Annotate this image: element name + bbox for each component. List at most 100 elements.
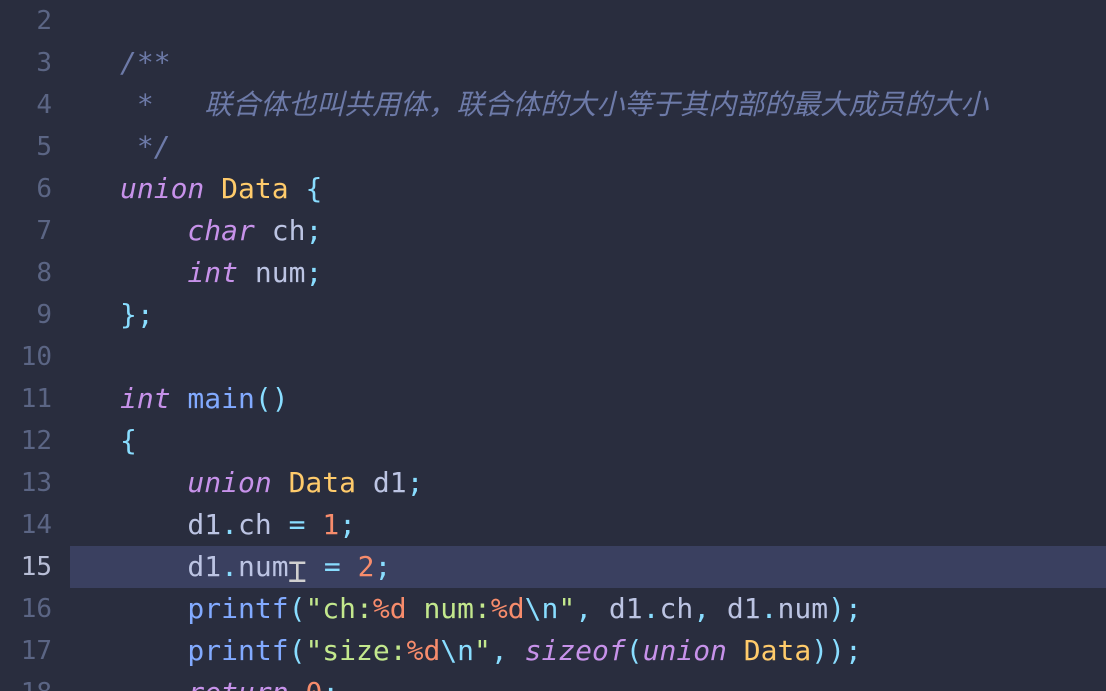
keyword-union: union xyxy=(643,634,727,667)
line-number: 9 xyxy=(0,294,70,336)
code-line[interactable]: */ xyxy=(70,126,1106,168)
keyword-return: return xyxy=(120,676,289,691)
line-number: 3 xyxy=(0,42,70,84)
brace-close: } xyxy=(120,298,137,331)
code-content[interactable]: /** * 联合体也叫共用体，联合体的大小等于其内部的最大成员的大小 */ un… xyxy=(70,0,1106,691)
keyword-int: int xyxy=(120,382,171,415)
identifier: d1 xyxy=(592,592,643,625)
line-number: 15 xyxy=(0,546,70,588)
comma: , xyxy=(491,634,508,667)
equals-operator: = xyxy=(289,508,306,541)
code-line[interactable]: }; xyxy=(70,294,1106,336)
code-line[interactable]: int main() xyxy=(70,378,1106,420)
line-number: 12 xyxy=(0,420,70,462)
code-editor[interactable]: 2 3 4 5 6 7 8 9 10 11 12 13 14 15 16 17 … xyxy=(0,0,1106,691)
parentheses: () xyxy=(255,382,289,415)
semicolon: ; xyxy=(305,256,322,289)
line-number: 11 xyxy=(0,378,70,420)
format-specifier: %d xyxy=(491,592,525,625)
keyword-union: union xyxy=(120,466,272,499)
identifier: d1 xyxy=(373,466,407,499)
string-quote: " xyxy=(305,634,322,667)
brace-open: { xyxy=(120,424,137,457)
type-name: Data xyxy=(272,466,373,499)
member: ch xyxy=(659,592,693,625)
code-line[interactable]: printf("size:%d\n", sizeof(union Data)); xyxy=(70,630,1106,672)
line-number: 4 xyxy=(0,84,70,126)
semicolon: ; xyxy=(845,634,862,667)
number-literal: 0 xyxy=(305,676,322,691)
code-line[interactable]: d1.ch = 1; xyxy=(70,504,1106,546)
code-line[interactable]: int num; xyxy=(70,252,1106,294)
line-number: 14 xyxy=(0,504,70,546)
doc-comment-text: 联合体也叫共用体，联合体的大小等于其内部的最大成员的大小 xyxy=(204,88,988,121)
escape-sequence: \n xyxy=(440,634,474,667)
code-line-active[interactable]: d1.numᏆ = 2; xyxy=(70,546,1106,588)
member: ch xyxy=(238,508,289,541)
function-call: printf xyxy=(120,592,289,625)
code-line[interactable]: * 联合体也叫共用体，联合体的大小等于其内部的最大成员的大小 xyxy=(70,84,1106,126)
paren-open: ( xyxy=(626,634,643,667)
number-literal: 2 xyxy=(358,550,375,583)
line-number: 17 xyxy=(0,630,70,672)
line-number-gutter: 2 3 4 5 6 7 8 9 10 11 12 13 14 15 16 17 … xyxy=(0,0,70,691)
doc-comment-close: */ xyxy=(120,130,171,163)
member: num xyxy=(238,550,289,583)
identifier: ch xyxy=(255,214,306,247)
code-line[interactable] xyxy=(70,0,1106,42)
semicolon: ; xyxy=(137,298,154,331)
semicolon: ; xyxy=(374,550,391,583)
string-quote: " xyxy=(474,634,491,667)
line-number: 6 xyxy=(0,168,70,210)
semicolon: ; xyxy=(305,214,322,247)
string-quote: " xyxy=(305,592,322,625)
line-number: 5 xyxy=(0,126,70,168)
type-name: Data xyxy=(204,172,305,205)
keyword-sizeof: sizeof xyxy=(525,634,626,667)
paren-open: ( xyxy=(289,592,306,625)
code-line[interactable]: printf("ch:%d num:%d\n", d1.ch, d1.num); xyxy=(70,588,1106,630)
dot-operator: . xyxy=(221,508,238,541)
line-number: 8 xyxy=(0,252,70,294)
dot-operator: . xyxy=(761,592,778,625)
doc-comment-star: * xyxy=(120,88,204,121)
line-number: 10 xyxy=(0,336,70,378)
paren-close: ) xyxy=(828,592,845,625)
equals-operator: = xyxy=(324,550,341,583)
text-cursor-icon: Ꮖ xyxy=(289,552,307,594)
string-literal: size: xyxy=(322,634,406,667)
keyword-char: char xyxy=(120,214,255,247)
comma: , xyxy=(575,592,592,625)
semicolon: ; xyxy=(845,592,862,625)
identifier: d1 xyxy=(120,508,221,541)
format-specifier: %d xyxy=(407,634,441,667)
semicolon: ; xyxy=(322,676,339,691)
brace-open: { xyxy=(305,172,322,205)
code-line[interactable] xyxy=(70,336,1106,378)
dot-operator: . xyxy=(221,550,238,583)
line-number: 18 xyxy=(0,672,70,691)
dot-operator: . xyxy=(643,592,660,625)
code-line[interactable]: union Data d1; xyxy=(70,462,1106,504)
code-line[interactable]: char ch; xyxy=(70,210,1106,252)
member: num xyxy=(778,592,829,625)
type-name: Data xyxy=(727,634,811,667)
string-literal: ch: xyxy=(322,592,373,625)
format-specifier: %d xyxy=(373,592,407,625)
code-line[interactable]: /** xyxy=(70,42,1106,84)
code-line[interactable]: { xyxy=(70,420,1106,462)
function-call: printf xyxy=(120,634,289,667)
comma: , xyxy=(693,592,710,625)
identifier: d1 xyxy=(120,550,221,583)
code-line[interactable]: return 0; xyxy=(70,672,1106,691)
line-number: 7 xyxy=(0,210,70,252)
keyword-int: int xyxy=(120,256,238,289)
identifier: num xyxy=(238,256,305,289)
keyword-union: union xyxy=(120,172,204,205)
identifier: d1 xyxy=(710,592,761,625)
line-number: 16 xyxy=(0,588,70,630)
code-line[interactable]: union Data { xyxy=(70,168,1106,210)
semicolon: ; xyxy=(339,508,356,541)
line-number: 2 xyxy=(0,0,70,42)
escape-sequence: \n xyxy=(525,592,559,625)
